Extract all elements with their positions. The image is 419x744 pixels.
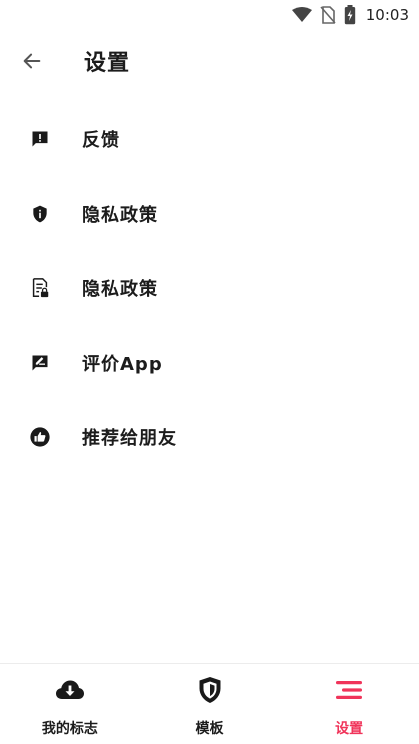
nav-label: 设置 <box>335 721 364 737</box>
menu-item-recommend[interactable]: 推荐给朋友 <box>0 400 419 475</box>
nav-item-my-logos[interactable]: 我的标志 <box>0 664 140 744</box>
feedback-icon <box>28 127 52 151</box>
document-lock-icon <box>28 276 52 300</box>
status-time: 10:03 <box>365 6 409 24</box>
menu-item-label: 推荐给朋友 <box>82 428 177 450</box>
rate-review-icon <box>28 351 52 375</box>
shield-info-icon <box>28 202 52 226</box>
nav-item-templates[interactable]: 模板 <box>140 664 280 744</box>
page-title: 设置 <box>84 51 131 76</box>
back-button[interactable] <box>14 43 50 79</box>
cloud-download-icon <box>55 676 85 704</box>
bottom-navigation: 我的标志 模板 设置 <box>0 663 419 744</box>
menu-item-label: 隐私政策 <box>82 279 158 301</box>
arrow-back-icon <box>23 53 41 69</box>
menu-item-feedback[interactable]: 反馈 <box>0 102 419 177</box>
nav-item-settings[interactable]: 设置 <box>279 664 419 744</box>
app-bar: 设置 <box>0 30 419 92</box>
thumb-up-icon <box>28 425 52 449</box>
menu-lines-icon <box>334 676 364 704</box>
menu-item-privacy-policy[interactable]: 隐私政策 <box>0 177 419 252</box>
status-bar: 10:03 <box>0 0 419 30</box>
settings-menu: 反馈 隐私政策 隐私政策 评价App 推荐给朋友 <box>0 102 419 475</box>
no-sim-icon <box>320 6 336 24</box>
battery-charging-icon <box>344 5 355 25</box>
nav-label: 我的标志 <box>41 721 98 737</box>
menu-item-label: 反馈 <box>82 130 120 152</box>
wifi-icon <box>291 7 312 22</box>
menu-item-label: 评价App <box>82 353 163 375</box>
menu-item-privacy-policy-document[interactable]: 隐私政策 <box>0 251 419 326</box>
menu-item-label: 隐私政策 <box>82 204 158 226</box>
nav-label: 模板 <box>195 721 224 737</box>
menu-item-rate-app[interactable]: 评价App <box>0 326 419 401</box>
shield-icon <box>198 676 222 704</box>
